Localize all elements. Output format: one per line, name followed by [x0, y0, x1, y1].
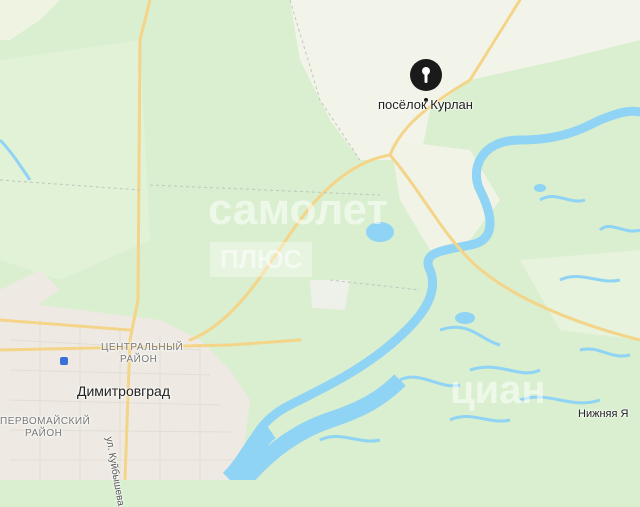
district-label: РАЙОН	[25, 428, 63, 439]
district-label: ПЕРВОМАЙСКИЙ	[0, 416, 91, 427]
city-label[interactable]: Димитровград	[77, 383, 170, 399]
plus-watermark: ПЛЮС	[210, 242, 313, 277]
cian-watermark: циан	[450, 368, 546, 412]
field-area	[310, 280, 350, 310]
district-label: РАЙОН	[120, 354, 158, 365]
samolet-watermark: самолет	[208, 185, 389, 234]
lake	[534, 184, 546, 192]
lake	[455, 312, 475, 324]
map-pin-icon[interactable]	[409, 58, 443, 92]
station-icon	[60, 357, 68, 365]
village-label: Нижняя Я	[578, 408, 629, 420]
forest-patch	[0, 40, 150, 280]
district-label: ЦЕНТРАЛЬНЫЙ	[101, 342, 184, 353]
pin-label[interactable]: посёлок Курлан	[378, 97, 473, 112]
